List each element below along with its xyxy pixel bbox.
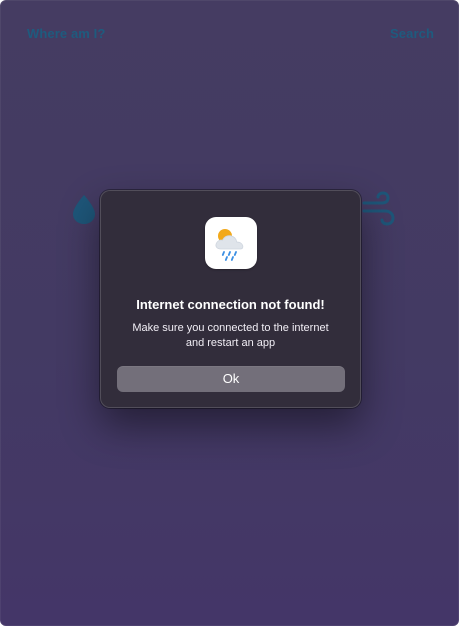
dialog-message: Make sure you connected to the internet … [117,321,344,351]
internet-error-dialog: Internet connection not found! Make sure… [100,190,361,408]
dialog-title: Internet connection not found! [136,297,325,312]
ok-button[interactable]: Ok [117,366,345,392]
weather-app-window: Where am I? Search Internet connection n… [0,0,459,626]
weather-app-icon [205,217,257,269]
dialog-message-line-1: Make sure you connected to the internet [132,322,329,334]
dialog-message-line-2: and restart an app [185,337,276,349]
